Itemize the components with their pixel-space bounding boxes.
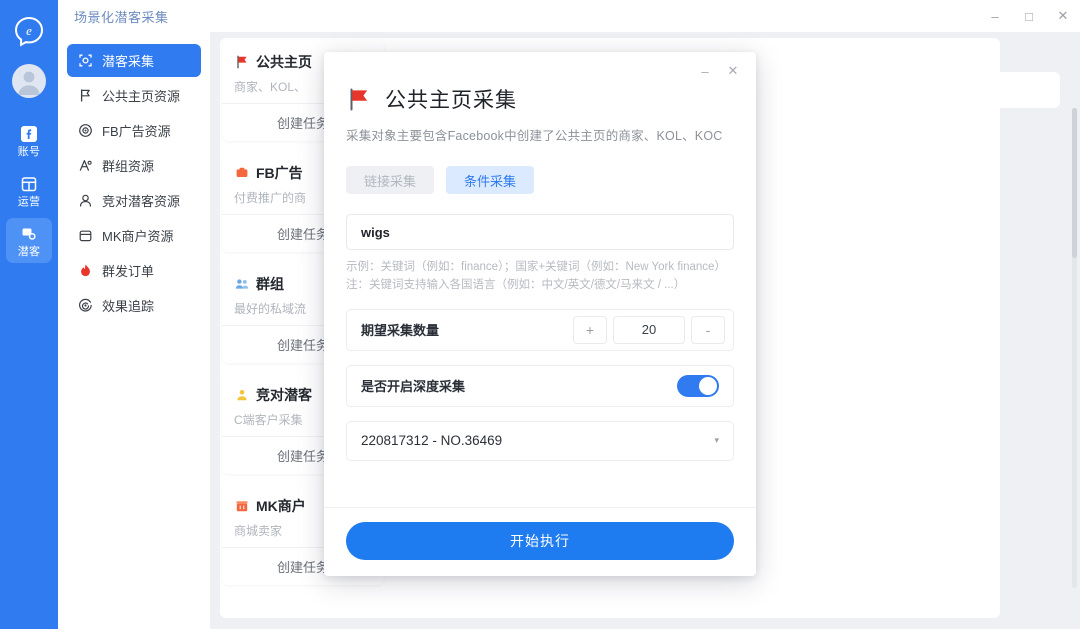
keyword-input[interactable]: wigs: [346, 214, 734, 250]
hint-line-1: 示例：关键词（例如：finance）；国家+关键词（例如：New York fi…: [346, 259, 734, 277]
app-window: e 账号: [0, 0, 1080, 629]
modal-title-row: 公共主页采集: [346, 84, 734, 114]
quantity-decrease-button[interactable]: -: [691, 316, 725, 344]
modal-minimize-button[interactable]: –: [692, 60, 718, 82]
tab-link-collection[interactable]: 链接采集: [346, 166, 434, 194]
red-flag-icon: [346, 86, 372, 112]
modal-title: 公共主页采集: [385, 84, 517, 114]
collection-modal: – ✕ 公共主页采集 采集对象主要包含Facebook中创建了公共主页的商家、K…: [324, 52, 756, 576]
deep-collect-label: 是否开启深度采集: [361, 376, 669, 395]
quantity-increase-button[interactable]: +: [573, 316, 607, 344]
start-execution-button[interactable]: 开始执行: [346, 522, 734, 560]
deep-collect-toggle[interactable]: [677, 375, 719, 397]
hint-line-2: 注：关键词支持输入各国语言（例如：中文/英文/德文/马来文 / ...）: [346, 277, 734, 295]
account-select-value: 220817312 - NO.36469: [361, 433, 714, 448]
account-select[interactable]: 220817312 - NO.36469 ▾: [346, 421, 734, 461]
quantity-stepper: + 20 -: [573, 316, 725, 344]
modal-close-button[interactable]: ✕: [720, 60, 746, 82]
chevron-down-icon: ▾: [714, 435, 719, 446]
keyword-hint: 示例：关键词（例如：finance）；国家+关键词（例如：New York fi…: [346, 259, 734, 295]
toggle-knob: [699, 377, 717, 395]
modal-subtitle: 采集对象主要包含Facebook中创建了公共主页的商家、KOL、KOC: [346, 125, 734, 144]
quantity-value[interactable]: 20: [613, 316, 685, 344]
quantity-label: 期望采集数量: [361, 320, 565, 339]
deep-collect-field: 是否开启深度采集: [346, 365, 734, 407]
collection-mode-tabs: 链接采集 条件采集: [346, 166, 734, 194]
modal-body: 公共主页采集 采集对象主要包含Facebook中创建了公共主页的商家、KOL、K…: [324, 82, 756, 507]
tab-condition-collection[interactable]: 条件采集: [446, 166, 534, 194]
modal-footer: 开始执行: [324, 507, 756, 576]
keyword-input-value: wigs: [361, 225, 390, 240]
modal-window-controls: – ✕: [324, 52, 756, 82]
quantity-field: 期望采集数量 + 20 -: [346, 309, 734, 351]
